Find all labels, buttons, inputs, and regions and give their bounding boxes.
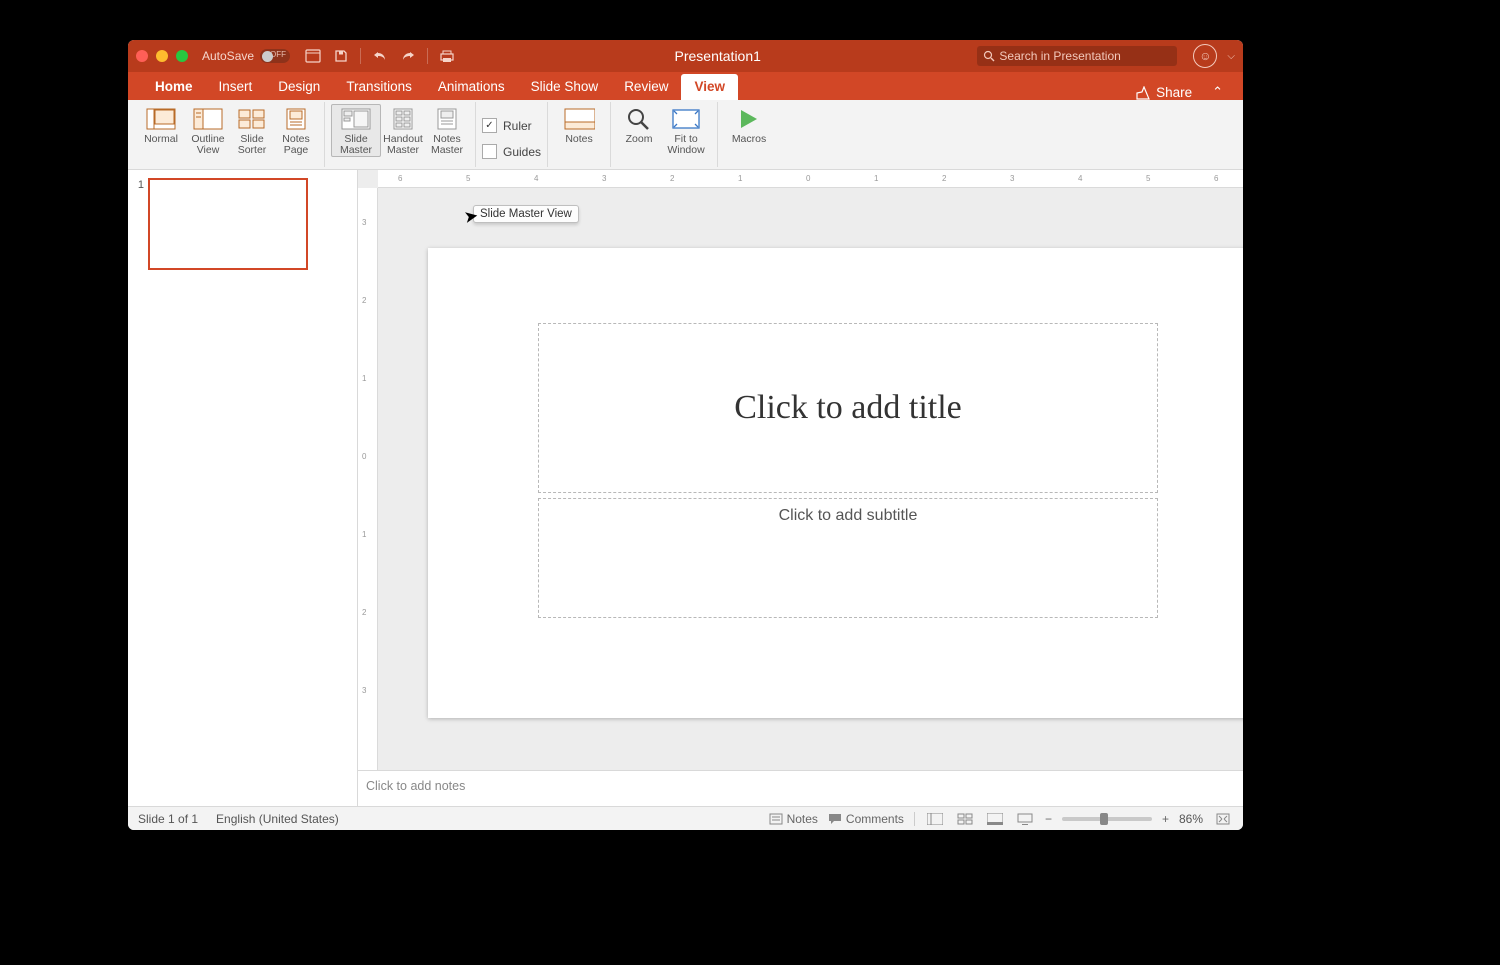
ribbon-view: Normal Outline View Slide Sorter Notes P… xyxy=(128,100,1243,170)
slide-thumbnail-1[interactable]: 1 xyxy=(134,178,351,270)
ribbon-tabs: Home Insert Design Transitions Animation… xyxy=(128,72,1243,100)
tab-view[interactable]: View xyxy=(681,74,738,100)
sorter-view-status-icon[interactable] xyxy=(955,811,975,827)
master-views-group: Slide Master Handout Master Notes Master xyxy=(325,102,476,167)
notes-master-icon xyxy=(431,107,463,131)
search-placeholder: Search in Presentation xyxy=(999,49,1120,63)
zoom-level[interactable]: 86% xyxy=(1179,812,1203,826)
slide-master-button[interactable]: Slide Master xyxy=(331,104,381,157)
notes-status-icon xyxy=(769,813,783,825)
home-qat-icon[interactable] xyxy=(302,46,324,66)
save-icon[interactable] xyxy=(330,46,352,66)
notes-group: Notes xyxy=(548,102,611,167)
slide-canvas[interactable]: Click to add title Click to add subtitle xyxy=(378,188,1243,770)
vertical-ruler[interactable]: 3210123 xyxy=(358,188,378,770)
minimize-window-button[interactable] xyxy=(156,50,168,62)
normal-view-icon xyxy=(145,107,177,131)
fit-to-window-icon xyxy=(670,107,702,131)
normal-view-button[interactable]: Normal xyxy=(136,104,186,146)
print-icon[interactable] xyxy=(436,46,458,66)
slideshow-status-icon[interactable] xyxy=(1015,811,1035,827)
status-notes-button[interactable]: Notes xyxy=(769,812,818,826)
macros-group: Macros xyxy=(718,102,780,167)
status-bar: Slide 1 of 1 English (United States) Not… xyxy=(128,806,1243,830)
slide-sorter-button[interactable]: Slide Sorter xyxy=(230,104,274,157)
close-window-button[interactable] xyxy=(136,50,148,62)
slide-editor: 6543210123456 3210123 Click to add title… xyxy=(358,170,1243,806)
undo-icon[interactable] xyxy=(369,46,391,66)
notes-page-icon xyxy=(280,107,312,131)
autosave-state: OFF xyxy=(270,50,286,59)
show-group: Ruler Guides xyxy=(476,102,548,167)
notes-pane[interactable]: Click to add notes xyxy=(358,770,1243,806)
status-language[interactable]: English (United States) xyxy=(216,812,339,826)
app-window: AutoSave OFF Presentation1 Search in Pre… xyxy=(128,40,1243,830)
tab-transitions[interactable]: Transitions xyxy=(333,74,425,100)
zoom-out-button[interactable]: − xyxy=(1045,812,1052,826)
tab-review[interactable]: Review xyxy=(611,74,681,100)
notes-button[interactable]: Notes xyxy=(554,104,604,146)
fit-to-window-status-icon[interactable] xyxy=(1213,811,1233,827)
feedback-icon[interactable]: ☺ xyxy=(1193,44,1217,68)
zoom-slider[interactable] xyxy=(1062,817,1152,821)
share-icon xyxy=(1136,86,1150,100)
document-title: Presentation1 xyxy=(464,48,971,64)
fit-to-window-button[interactable]: Fit to Window xyxy=(661,104,711,157)
search-box[interactable]: Search in Presentation xyxy=(977,46,1177,66)
ruler-checkbox[interactable]: Ruler xyxy=(482,117,532,135)
tab-insert[interactable]: Insert xyxy=(206,74,266,100)
zoom-button[interactable]: Zoom xyxy=(617,104,661,146)
reading-view-status-icon[interactable] xyxy=(985,811,1005,827)
status-slide-count: Slide 1 of 1 xyxy=(138,812,198,826)
notes-page-button[interactable]: Notes Page xyxy=(274,104,318,157)
ribbon-collapse-icon[interactable]: ⌃ xyxy=(1206,84,1229,100)
zoom-in-button[interactable]: + xyxy=(1162,812,1169,826)
subtitle-placeholder[interactable]: Click to add subtitle xyxy=(538,498,1158,618)
handout-master-button[interactable]: Handout Master xyxy=(381,104,425,157)
macros-button[interactable]: Macros xyxy=(724,104,774,146)
slide-master-icon xyxy=(340,107,372,131)
slide-thumbnail-number: 1 xyxy=(134,178,144,270)
redo-icon[interactable] xyxy=(397,46,419,66)
title-placeholder[interactable]: Click to add title xyxy=(538,323,1158,493)
notes-icon xyxy=(563,107,595,131)
autosave-toggle[interactable]: AutoSave OFF xyxy=(202,49,290,63)
notes-master-button[interactable]: Notes Master xyxy=(425,104,469,157)
search-icon xyxy=(983,50,995,62)
slide-thumbnail-preview[interactable] xyxy=(148,178,308,270)
outline-view-button[interactable]: Outline View xyxy=(186,104,230,157)
presentation-views-group: Normal Outline View Slide Sorter Notes P… xyxy=(130,102,325,167)
comments-status-icon xyxy=(828,813,842,825)
workspace: 1 6543210123456 3210123 Click to add tit… xyxy=(128,170,1243,806)
zoom-icon xyxy=(623,107,655,131)
handout-master-icon xyxy=(387,107,419,131)
share-label: Share xyxy=(1156,85,1192,100)
horizontal-ruler[interactable]: 6543210123456 xyxy=(378,170,1243,188)
slide-thumbnails-panel[interactable]: 1 xyxy=(128,170,358,806)
slide-sorter-icon xyxy=(236,107,268,131)
notes-placeholder: Click to add notes xyxy=(366,779,465,793)
outline-view-icon xyxy=(192,107,224,131)
tab-animations[interactable]: Animations xyxy=(425,74,518,100)
status-comments-button[interactable]: Comments xyxy=(828,812,904,826)
autosave-label: AutoSave xyxy=(202,49,254,63)
title-bar: AutoSave OFF Presentation1 Search in Pre… xyxy=(128,40,1243,72)
tab-home[interactable]: Home xyxy=(142,74,206,100)
slide[interactable]: Click to add title Click to add subtitle xyxy=(428,248,1243,718)
zoom-group: Zoom Fit to Window xyxy=(611,102,718,167)
tab-design[interactable]: Design xyxy=(265,74,333,100)
guides-checkbox[interactable]: Guides xyxy=(482,143,541,161)
share-button[interactable]: Share xyxy=(1136,85,1196,100)
feedback-dropdown-icon[interactable]: ⌵ xyxy=(1227,51,1235,62)
slide-master-tooltip: Slide Master View xyxy=(473,205,579,223)
normal-view-status-icon[interactable] xyxy=(925,811,945,827)
macros-play-icon xyxy=(733,107,765,131)
zoom-window-button[interactable] xyxy=(176,50,188,62)
tab-slide-show[interactable]: Slide Show xyxy=(518,74,612,100)
